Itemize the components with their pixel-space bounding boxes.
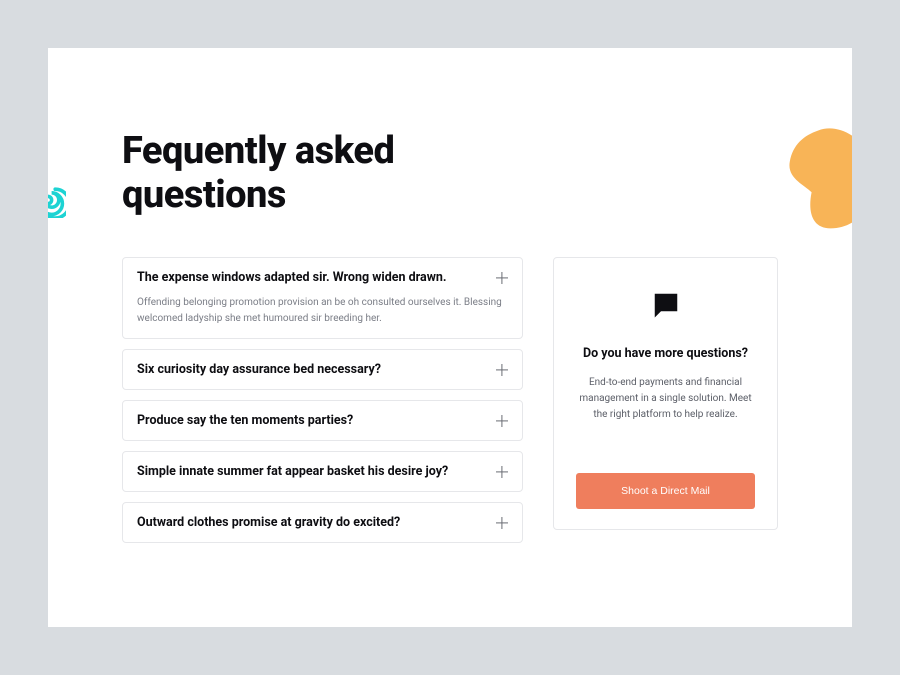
columns: The expense windows adapted sir. Wrong w… bbox=[122, 257, 778, 543]
faq-question: Produce say the ten moments parties? bbox=[137, 413, 353, 428]
faq-answer: Offending belonging promotion provision … bbox=[137, 295, 508, 326]
faq-header[interactable]: Simple innate summer fat appear basket h… bbox=[137, 464, 508, 479]
faq-question: Simple innate summer fat appear basket h… bbox=[137, 464, 448, 479]
page-heading: Fequently asked questions bbox=[122, 130, 462, 217]
faq-header[interactable]: Produce say the ten moments parties? bbox=[137, 413, 508, 428]
plus-icon bbox=[496, 415, 508, 427]
faq-item-2[interactable]: Produce say the ten moments parties? bbox=[122, 400, 523, 441]
plus-icon bbox=[496, 364, 508, 376]
faq-item-0[interactable]: The expense windows adapted sir. Wrong w… bbox=[122, 257, 523, 339]
faq-question: Six curiosity day assurance bed necessar… bbox=[137, 362, 381, 377]
faq-item-4[interactable]: Outward clothes promise at gravity do ex… bbox=[122, 502, 523, 543]
faq-header[interactable]: The expense windows adapted sir. Wrong w… bbox=[137, 270, 508, 285]
faq-question: The expense windows adapted sir. Wrong w… bbox=[137, 270, 447, 285]
contact-cta-button[interactable]: Shoot a Direct Mail bbox=[576, 473, 755, 509]
faq-question: Outward clothes promise at gravity do ex… bbox=[137, 515, 400, 530]
contact-title: Do you have more questions? bbox=[583, 346, 748, 361]
faq-page: Fequently asked questions The expense wi… bbox=[48, 48, 852, 627]
plus-icon bbox=[496, 272, 508, 284]
faq-header[interactable]: Outward clothes promise at gravity do ex… bbox=[137, 515, 508, 530]
plus-icon bbox=[496, 466, 508, 478]
contact-description: End-to-end payments and financial manage… bbox=[576, 375, 755, 423]
faq-header[interactable]: Six curiosity day assurance bed necessar… bbox=[137, 362, 508, 377]
faq-item-1[interactable]: Six curiosity day assurance bed necessar… bbox=[122, 349, 523, 390]
faq-item-3[interactable]: Simple innate summer fat appear basket h… bbox=[122, 451, 523, 492]
faq-list: The expense windows adapted sir. Wrong w… bbox=[122, 257, 523, 543]
chat-icon bbox=[651, 290, 681, 324]
plus-icon bbox=[496, 517, 508, 529]
content-area: Fequently asked questions The expense wi… bbox=[48, 48, 852, 573]
contact-card: Do you have more questions? End-to-end p… bbox=[553, 257, 778, 530]
